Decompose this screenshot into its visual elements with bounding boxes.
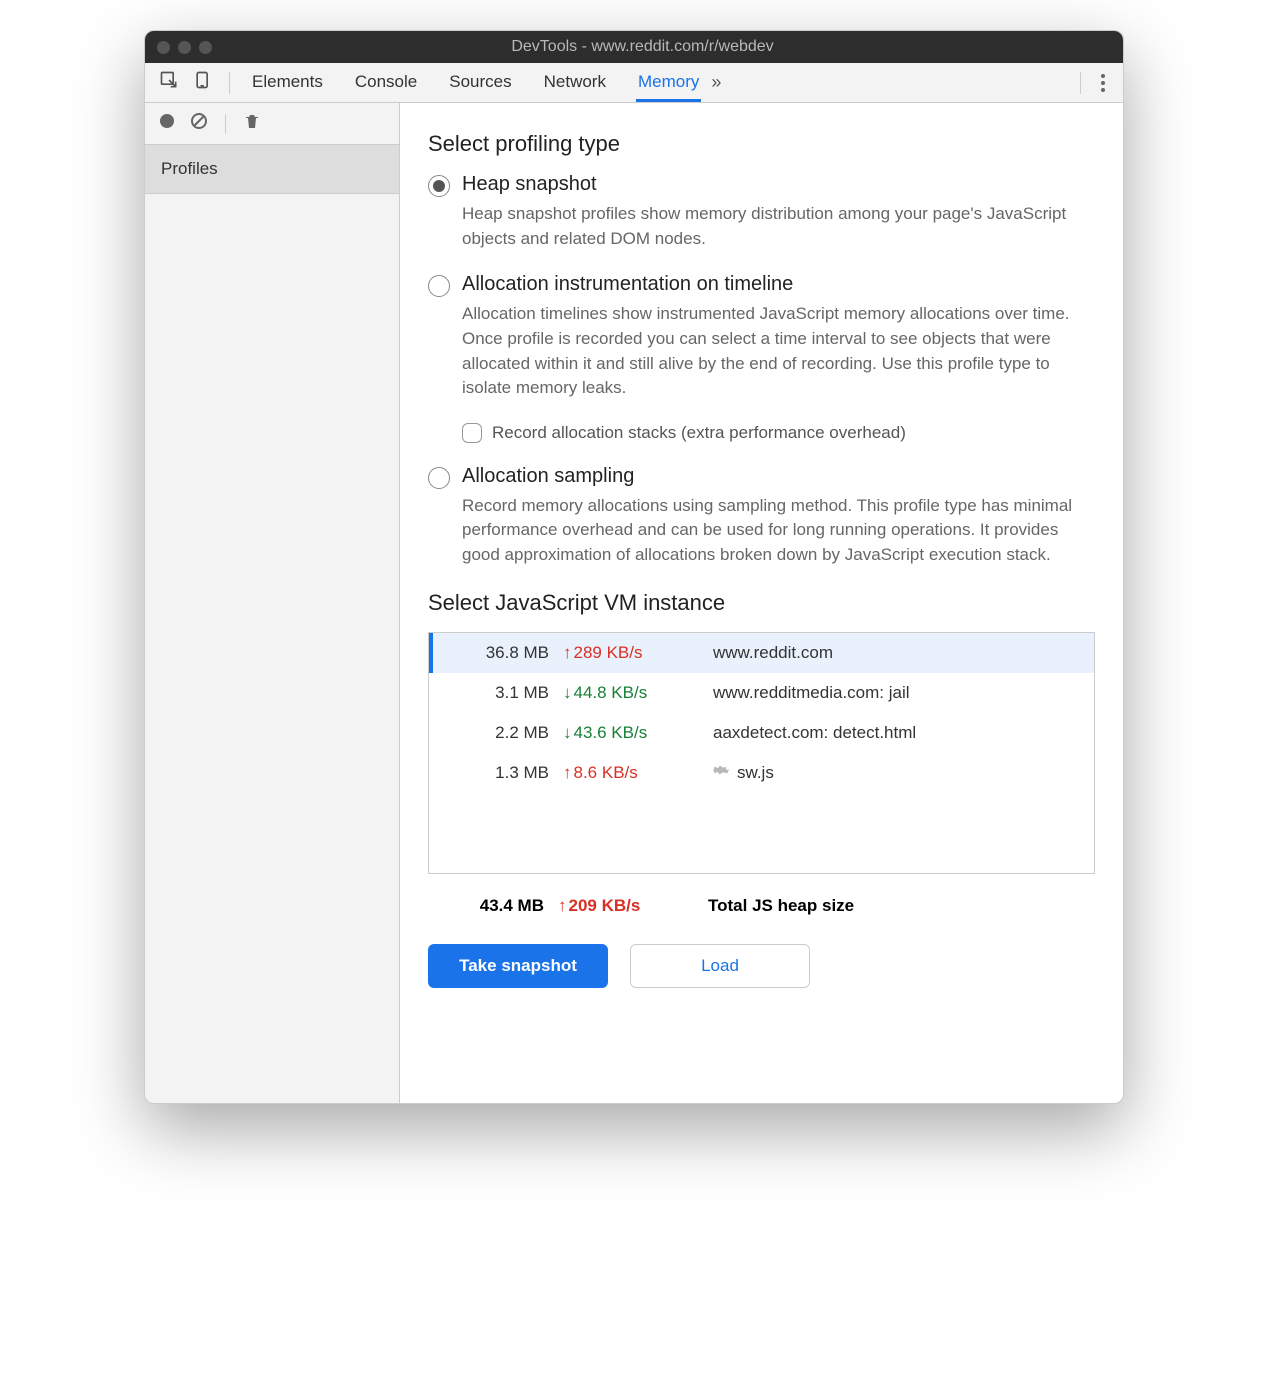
option-description: Heap snapshot profiles show memory distr… xyxy=(462,202,1095,251)
record-icon[interactable] xyxy=(157,111,177,136)
panel-tabs: Elements Console Sources Network Memory xyxy=(250,63,701,102)
profile-option: Allocation instrumentation on timeline Al… xyxy=(428,273,1095,401)
sidebar: Profiles xyxy=(145,103,400,1103)
tab-memory[interactable]: Memory xyxy=(636,63,701,102)
vm-instance-row[interactable]: 3.1 MB↓44.8 KB/swww.redditmedia.com: jai… xyxy=(429,673,1094,713)
main-panel: Select profiling type Heap snapshotHeap … xyxy=(400,103,1123,1103)
take-snapshot-button[interactable]: Take snapshot xyxy=(428,944,608,988)
device-toolbar-icon[interactable] xyxy=(193,70,213,95)
profile-option: Heap snapshot Heap snapshot profiles show… xyxy=(428,173,1095,251)
traffic-lights xyxy=(157,41,212,54)
vm-instance-row[interactable]: 1.3 MB↑8.6 KB/ssw.js xyxy=(429,753,1094,793)
totals-row: 43.4 MB ↑209 KB/s Total JS heap size xyxy=(428,882,1095,930)
vm-name: www.reddit.com xyxy=(693,643,1094,663)
radio-button[interactable] xyxy=(428,275,450,297)
tab-sources[interactable]: Sources xyxy=(447,63,513,102)
service-worker-icon xyxy=(713,762,729,783)
record-stacks-checkbox[interactable] xyxy=(462,423,482,443)
vm-size: 3.1 MB xyxy=(433,683,563,703)
option-title: Allocation instrumentation on timeline xyxy=(462,273,1095,296)
devtools-window: DevTools - www.reddit.com/r/webdev Eleme… xyxy=(144,30,1124,1104)
total-label: Total JS heap size xyxy=(688,896,1095,916)
profile-option: Allocation sampling Record memory allocat… xyxy=(428,465,1095,568)
zoom-window-button[interactable] xyxy=(199,41,212,54)
sidebar-toolbar xyxy=(145,103,399,145)
delete-icon[interactable] xyxy=(242,111,262,136)
radio-button[interactable] xyxy=(428,467,450,489)
profiling-type-heading: Select profiling type xyxy=(428,131,1095,157)
radio-button[interactable] xyxy=(428,175,450,197)
vm-rate: ↑8.6 KB/s xyxy=(563,763,693,783)
vm-instance-heading: Select JavaScript VM instance xyxy=(428,590,1095,616)
sidebar-item-profiles[interactable]: Profiles xyxy=(145,145,399,194)
minimize-window-button[interactable] xyxy=(178,41,191,54)
arrow-up-icon: ↑ xyxy=(558,896,567,916)
option-description: Allocation timelines show instrumented J… xyxy=(462,302,1095,401)
option-title: Heap snapshot xyxy=(462,173,1095,196)
total-size: 43.4 MB xyxy=(428,896,558,916)
vm-name: sw.js xyxy=(693,762,1094,783)
vm-rate: ↑289 KB/s xyxy=(563,643,693,663)
tab-network[interactable]: Network xyxy=(542,63,608,102)
sidebar-item-label: Profiles xyxy=(161,159,218,178)
vm-name: www.redditmedia.com: jail xyxy=(693,683,1094,703)
clear-icon[interactable] xyxy=(189,111,209,136)
vm-instance-row[interactable]: 2.2 MB↓43.6 KB/saaxdetect.com: detect.ht… xyxy=(429,713,1094,753)
tabbar: Elements Console Sources Network Memory » xyxy=(145,63,1123,103)
total-rate: ↑209 KB/s xyxy=(558,896,688,916)
arrow-up-icon: ↑ xyxy=(563,763,572,783)
vm-size: 2.2 MB xyxy=(433,723,563,743)
tab-console[interactable]: Console xyxy=(353,63,419,102)
vm-name: aaxdetect.com: detect.html xyxy=(693,723,1094,743)
record-stacks-checkbox-row: Record allocation stacks (extra performa… xyxy=(462,423,1095,443)
option-description: Record memory allocations using sampling… xyxy=(462,494,1095,568)
arrow-down-icon: ↓ xyxy=(563,723,572,743)
option-title: Allocation sampling xyxy=(462,465,1095,488)
vm-rate: ↓43.6 KB/s xyxy=(563,723,693,743)
more-tabs-icon[interactable]: » xyxy=(701,72,731,93)
titlebar: DevTools - www.reddit.com/r/webdev xyxy=(145,31,1123,63)
record-stacks-label: Record allocation stacks (extra performa… xyxy=(492,423,906,443)
arrow-down-icon: ↓ xyxy=(563,683,572,703)
inspect-element-icon[interactable] xyxy=(159,70,179,95)
close-window-button[interactable] xyxy=(157,41,170,54)
tab-elements[interactable]: Elements xyxy=(250,63,325,102)
vm-size: 36.8 MB xyxy=(433,643,563,663)
settings-menu-icon[interactable] xyxy=(1091,74,1115,92)
arrow-up-icon: ↑ xyxy=(563,643,572,663)
load-button[interactable]: Load xyxy=(630,944,810,988)
vm-instance-row[interactable]: 36.8 MB↑289 KB/swww.reddit.com xyxy=(429,633,1094,673)
vm-rate: ↓44.8 KB/s xyxy=(563,683,693,703)
window-title: DevTools - www.reddit.com/r/webdev xyxy=(224,38,1061,56)
vm-instance-table: 36.8 MB↑289 KB/swww.reddit.com3.1 MB↓44.… xyxy=(428,632,1095,874)
vm-size: 1.3 MB xyxy=(433,763,563,783)
